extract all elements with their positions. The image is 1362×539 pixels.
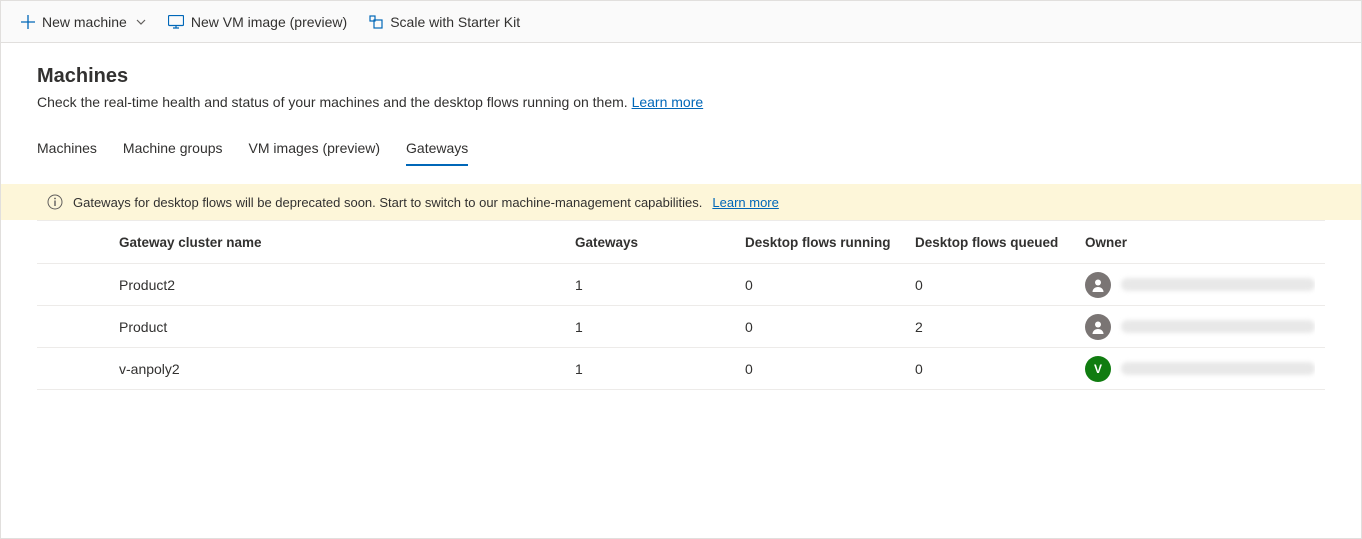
cell-gateways: 1 [575, 361, 745, 377]
page-subtitle: Check the real-time health and status of… [37, 94, 1325, 110]
cell-queued: 0 [915, 277, 1085, 293]
banner-learn-more-link[interactable]: Learn more [712, 195, 778, 210]
main-content: Machines Check the real-time health and … [1, 43, 1361, 390]
owner-name-redacted [1121, 320, 1315, 333]
chevron-down-icon [136, 17, 146, 27]
table-row[interactable]: v-anpoly2100V [37, 348, 1325, 390]
cell-queued: 0 [915, 361, 1085, 377]
col-name[interactable]: Gateway cluster name [119, 235, 575, 250]
vm-icon [168, 15, 184, 29]
new-vm-label: New VM image (preview) [191, 14, 347, 30]
col-owner[interactable]: Owner [1085, 235, 1315, 250]
scale-starter-kit-button[interactable]: Scale with Starter Kit [359, 8, 530, 36]
avatar-initial: V [1085, 356, 1111, 382]
deprecation-banner: Gateways for desktop flows will be depre… [1, 184, 1361, 220]
owner-name-redacted [1121, 278, 1315, 291]
owner-name-redacted [1121, 362, 1315, 375]
cell-gateways: 1 [575, 277, 745, 293]
avatar-person-icon [1085, 314, 1111, 340]
info-icon [47, 194, 63, 210]
subtitle-text: Check the real-time health and status of… [37, 94, 628, 110]
new-machine-label: New machine [42, 14, 127, 30]
cell-gateways: 1 [575, 319, 745, 335]
cell-owner: V [1085, 356, 1315, 382]
cell-name: Product2 [119, 277, 575, 293]
table-header: Gateway cluster name Gateways Desktop fl… [37, 220, 1325, 264]
cell-owner [1085, 314, 1315, 340]
cell-running: 0 [745, 319, 915, 335]
table-row[interactable]: Product2100 [37, 264, 1325, 306]
tab-vm-images[interactable]: VM images (preview) [249, 132, 380, 166]
col-running[interactable]: Desktop flows running [745, 235, 915, 250]
learn-more-link[interactable]: Learn more [632, 94, 704, 110]
tab-machine-groups[interactable]: Machine groups [123, 132, 223, 166]
new-machine-button[interactable]: New machine [11, 8, 156, 36]
col-gateways[interactable]: Gateways [575, 235, 745, 250]
gateways-table: Gateway cluster name Gateways Desktop fl… [37, 220, 1325, 390]
avatar-person-icon [1085, 272, 1111, 298]
cell-running: 0 [745, 361, 915, 377]
col-queued[interactable]: Desktop flows queued [915, 235, 1085, 250]
page-title: Machines [37, 65, 1325, 88]
tab-machines[interactable]: Machines [37, 132, 97, 166]
tab-gateways[interactable]: Gateways [406, 132, 468, 166]
banner-text: Gateways for desktop flows will be depre… [73, 195, 702, 210]
cell-owner [1085, 272, 1315, 298]
new-vm-image-button[interactable]: New VM image (preview) [158, 8, 357, 36]
command-bar: New machine New VM image (preview) Scale… [1, 1, 1361, 43]
cell-name: v-anpoly2 [119, 361, 575, 377]
scale-kit-label: Scale with Starter Kit [390, 14, 520, 30]
cell-queued: 2 [915, 319, 1085, 335]
scale-icon [369, 15, 383, 29]
plus-icon [21, 15, 35, 29]
cell-name: Product [119, 319, 575, 335]
cell-running: 0 [745, 277, 915, 293]
table-row[interactable]: Product102 [37, 306, 1325, 348]
tab-list: Machines Machine groups VM images (previ… [37, 132, 1325, 166]
